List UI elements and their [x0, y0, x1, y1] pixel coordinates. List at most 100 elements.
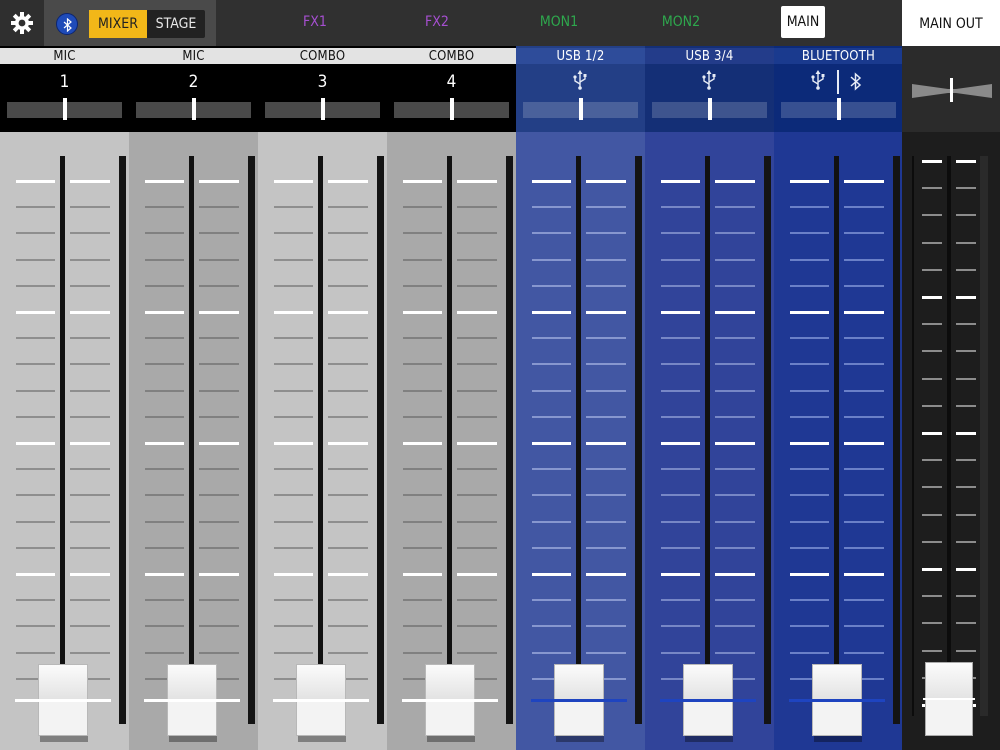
- scale-mark: [532, 415, 571, 418]
- bluetooth-button[interactable]: [56, 13, 78, 35]
- settings-button[interactable]: [0, 0, 44, 46]
- scale-mark: [586, 284, 626, 287]
- main-out-fader[interactable]: [923, 662, 975, 738]
- scale-mark: [328, 520, 368, 523]
- scale-mark: [403, 599, 442, 602]
- scale-mark: [199, 389, 239, 392]
- scale-mark: [16, 363, 55, 366]
- channel-fader[interactable]: [531, 664, 627, 742]
- scale-mark: [956, 160, 976, 163]
- channel-fader[interactable]: [402, 664, 498, 742]
- pan-knob[interactable]: [837, 98, 841, 120]
- scale-mark: [956, 404, 976, 407]
- scale-mark: [790, 468, 829, 471]
- scale-mark: [790, 311, 829, 314]
- scale-mark: [274, 284, 313, 287]
- scale-mark: [274, 442, 313, 445]
- scale-mark: [16, 546, 55, 549]
- scale-mark: [715, 232, 755, 235]
- scale-mark: [16, 494, 55, 497]
- scale-mark: [922, 296, 942, 299]
- channel-fader[interactable]: [660, 664, 756, 742]
- scale-mark: [586, 232, 626, 235]
- scale-mark: [457, 599, 497, 602]
- scale-mark: [274, 546, 313, 549]
- scale-mark: [844, 258, 884, 261]
- channel-strip: COMBO 3: [258, 46, 387, 750]
- scale-mark: [661, 546, 700, 549]
- scale-mark: [145, 442, 184, 445]
- scale-mark: [70, 546, 110, 549]
- scale-mark: [532, 311, 571, 314]
- channel-label: COMBO: [387, 48, 516, 64]
- scale-mark: [956, 432, 976, 435]
- scale-mark: [328, 284, 368, 287]
- scale-mark: [403, 337, 442, 340]
- scale-mark: [956, 296, 976, 299]
- pan-knob[interactable]: [321, 98, 325, 120]
- fader-track: [947, 156, 951, 716]
- balance-knob[interactable]: [950, 78, 953, 102]
- pan-knob[interactable]: [708, 98, 712, 120]
- scale-mark: [661, 389, 700, 392]
- mon1-send-button[interactable]: MON1: [534, 0, 584, 46]
- scale-mark: [274, 311, 313, 314]
- scale-mark: [532, 206, 571, 209]
- scale-mark: [16, 415, 55, 418]
- scale-mark: [715, 258, 755, 261]
- scale-mark: [586, 546, 626, 549]
- fx1-send-button[interactable]: FX1: [292, 0, 338, 46]
- scale-mark: [715, 415, 755, 418]
- scale-mark: [532, 389, 571, 392]
- scale-mark: [274, 573, 313, 576]
- scale-mark: [532, 599, 571, 602]
- scale-mark: [328, 573, 368, 576]
- pan-knob[interactable]: [63, 98, 67, 120]
- main-send-button[interactable]: MAIN: [781, 6, 825, 38]
- scale-mark: [328, 415, 368, 418]
- scale-mark: [586, 573, 626, 576]
- mixer-mode-button[interactable]: MIXER: [89, 10, 147, 38]
- scale-mark: [199, 363, 239, 366]
- scale-mark: [199, 599, 239, 602]
- scale-mark: [661, 337, 700, 340]
- scale-mark: [457, 284, 497, 287]
- channel-fader[interactable]: [789, 664, 885, 742]
- scale-mark: [586, 415, 626, 418]
- main-out-fader-area: [902, 132, 1000, 750]
- scale-mark: [328, 180, 368, 183]
- scale-mark: [145, 651, 184, 654]
- scale-mark: [956, 649, 976, 652]
- scale-mark: [922, 622, 942, 625]
- scale-mark: [790, 625, 829, 628]
- scale-mark: [715, 651, 755, 654]
- scale-mark: [532, 442, 571, 445]
- fx2-send-button[interactable]: FX2: [414, 0, 460, 46]
- scale-mark: [922, 568, 942, 571]
- scale-mark: [16, 468, 55, 471]
- scale-mark: [145, 625, 184, 628]
- scale-mark: [145, 494, 184, 497]
- fader-area: [387, 132, 516, 750]
- scale-mark: [199, 180, 239, 183]
- scale-mark: [16, 389, 55, 392]
- pan-knob[interactable]: [450, 98, 454, 120]
- scale-mark: [145, 258, 184, 261]
- pan-knob[interactable]: [579, 98, 583, 120]
- scale-mark: [532, 651, 571, 654]
- fader-track: [705, 156, 710, 690]
- scale-mark: [403, 625, 442, 628]
- bluetooth-icon: [63, 18, 72, 32]
- mon2-send-button[interactable]: MON2: [656, 0, 706, 46]
- stage-mode-button[interactable]: STAGE: [147, 10, 205, 38]
- scale-mark: [403, 468, 442, 471]
- scale-mark: [199, 415, 239, 418]
- scale-mark: [956, 513, 976, 516]
- scale-mark: [922, 377, 942, 380]
- scale-mark: [145, 599, 184, 602]
- scale-mark: [16, 232, 55, 235]
- channel-fader[interactable]: [273, 664, 369, 742]
- channel-fader[interactable]: [144, 664, 240, 742]
- pan-knob[interactable]: [192, 98, 196, 120]
- channel-fader[interactable]: [15, 664, 111, 742]
